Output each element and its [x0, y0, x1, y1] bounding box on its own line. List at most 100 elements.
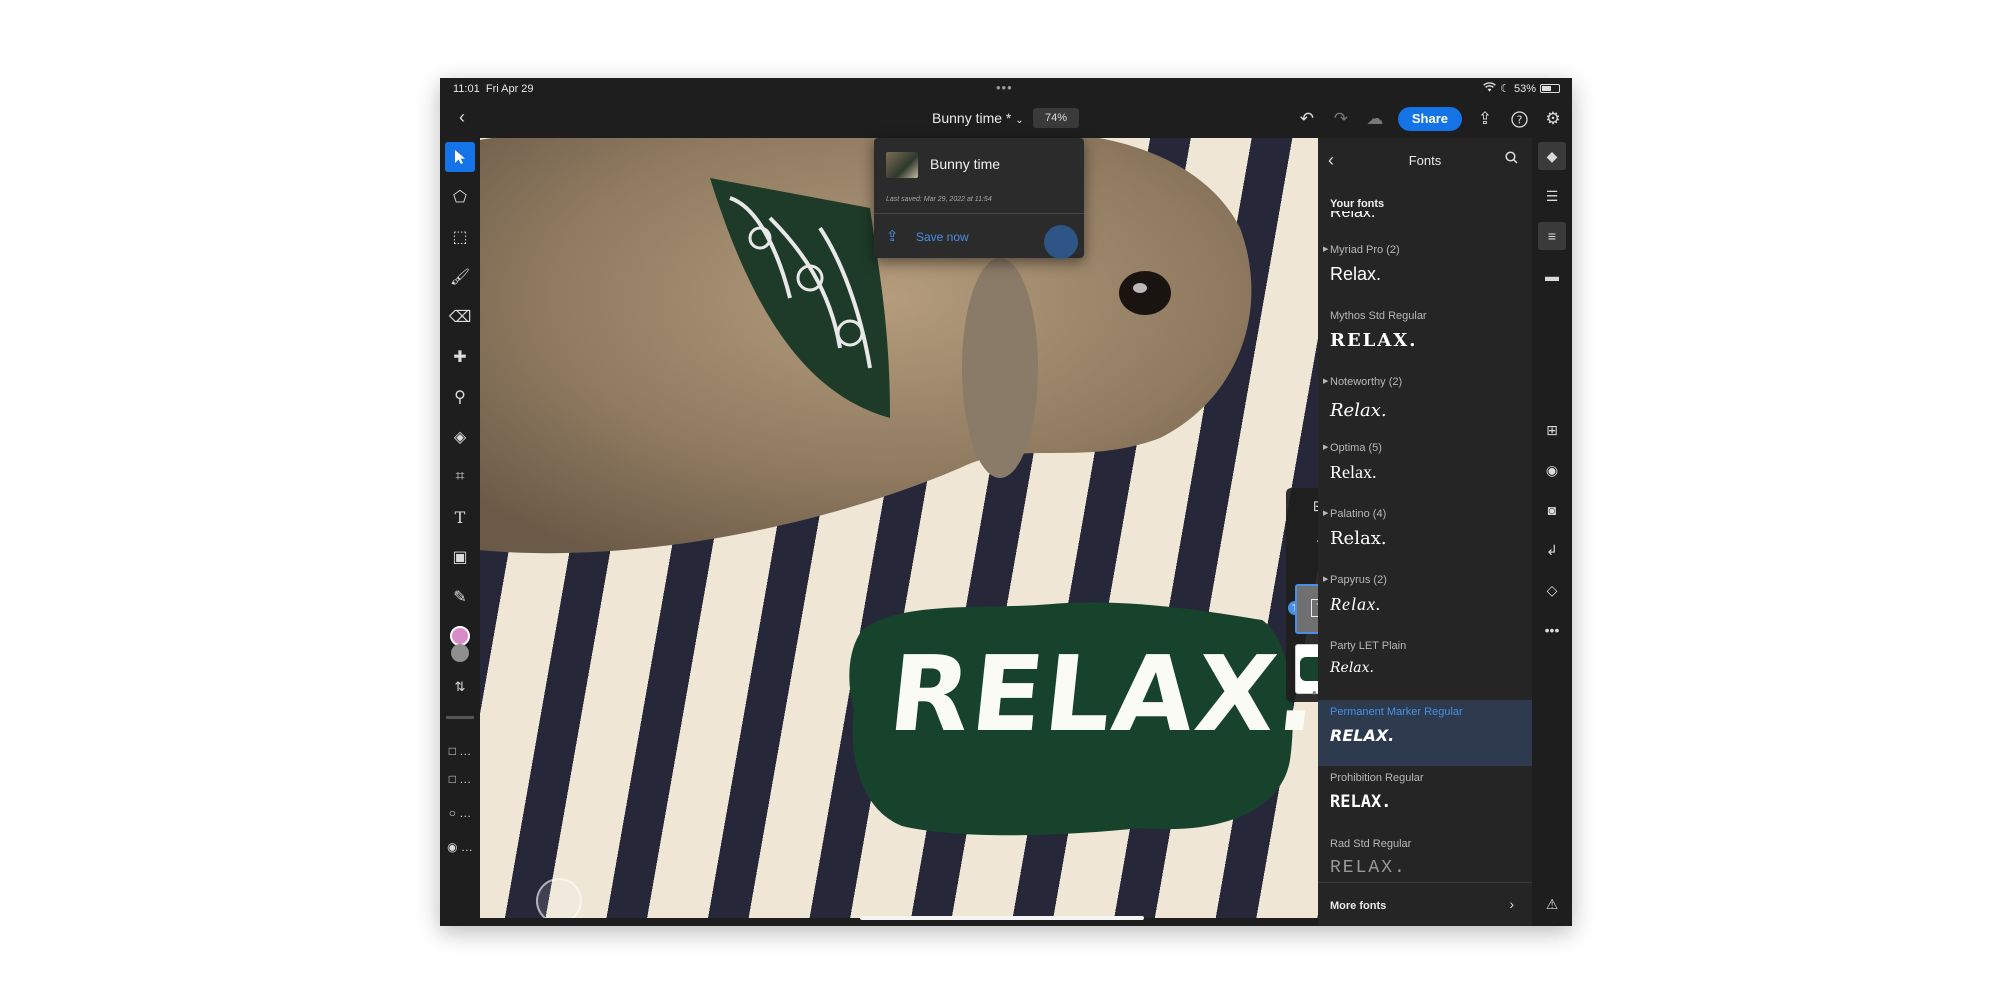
status-time: 11:01 Fri Apr 29 — [453, 83, 534, 95]
more-fonts-row[interactable]: More fonts › — [1318, 882, 1532, 926]
home-indicator[interactable] — [860, 916, 1144, 920]
eraser-clear-icon[interactable]: ◇ — [1538, 576, 1566, 604]
layer-properties-icon[interactable]: ☰ — [1538, 182, 1566, 210]
font-item-optima[interactable]: ▶ Optima (5) Relax. — [1318, 436, 1532, 502]
eraser-tool-icon[interactable]: ⌫ — [445, 302, 475, 332]
moon-icon: ☾ — [1500, 83, 1510, 95]
settings-gear-icon[interactable]: ⚙ — [1542, 108, 1564, 130]
status-bar: 11:01 Fri Apr 29 ••• ☾ 53% — [440, 78, 1572, 100]
undo-icon[interactable]: ↶ — [1296, 108, 1318, 130]
adjustments-sliders-icon[interactable]: ≡ — [1538, 222, 1566, 250]
visibility-eye-icon[interactable]: ◉ — [1538, 456, 1566, 484]
font-name: Palatino (4) — [1330, 508, 1387, 520]
secondary-color-swatch[interactable] — [451, 644, 469, 662]
add-layer-icon[interactable]: ⊞ — [1308, 496, 1318, 518]
font-item-noteworthy[interactable]: ▶ Noteworthy (2) Relax. — [1318, 370, 1532, 436]
multitasking-dots-icon[interactable]: ••• — [996, 80, 1013, 95]
font-item-party-let[interactable]: Party LET Plain Relax. — [1318, 634, 1532, 700]
status-clock: 11:01 — [453, 83, 480, 95]
swap-colors-icon[interactable]: ⇅ — [445, 672, 475, 702]
brush-tool-icon[interactable]: 🖌 — [445, 262, 475, 292]
font-name: Papyrus (2) — [1330, 574, 1387, 586]
font-name: Myriad Pro (2) — [1330, 244, 1400, 256]
primary-color-swatch[interactable] — [450, 626, 470, 646]
zoom-level[interactable]: 74% — [1033, 108, 1079, 128]
radial-option-icon[interactable]: ◉ … — [445, 832, 475, 862]
touch-indicator-dot — [1044, 225, 1078, 259]
fill-tool-icon[interactable]: ◈ — [445, 422, 475, 452]
type-tool-icon[interactable]: T — [445, 502, 475, 532]
text-layer-thumbnail[interactable]: T — [1295, 584, 1318, 634]
share-button[interactable]: Share — [1397, 107, 1462, 131]
shape-ellipse-icon[interactable]: ○ … — [445, 798, 475, 828]
layer-mask-icon[interactable]: ◙ — [1538, 496, 1566, 524]
collapse-layers-icon[interactable]: ‹ — [1308, 530, 1319, 552]
shape-square-icon[interactable]: □ … — [445, 764, 475, 794]
back-button[interactable]: ‹ — [452, 107, 472, 128]
search-icon[interactable] — [1505, 151, 1518, 167]
export-icon[interactable]: ⇪ — [1474, 108, 1496, 130]
font-sample: RELAX. — [1330, 726, 1395, 745]
font-sample: Relax. — [1330, 264, 1382, 284]
cloud-icon[interactable]: ☁ — [1364, 108, 1386, 130]
font-name: Party LET Plain — [1330, 640, 1407, 652]
left-toolbar: ⬠ ⬚ 🖌 ⌫ ✚ ⚲ ◈ ⌗ T ▣ ✎ ⇅ □ … □ … ○ … ◉ … — [440, 138, 480, 926]
image-layer-thumbnail[interactable] — [1295, 644, 1318, 694]
font-item-papyrus[interactable]: ▶ Papyrus (2) Relax. — [1318, 568, 1532, 634]
cloud-upload-icon[interactable]: ⇪ — [886, 227, 899, 245]
fonts-panel-title: Fonts — [1408, 153, 1442, 168]
healing-tool-icon[interactable]: ✚ — [445, 342, 475, 372]
redo-icon[interactable]: ↷ — [1330, 108, 1352, 130]
more-options-icon[interactable]: ••• — [1538, 616, 1566, 644]
add-layer-icon[interactable]: ⊞ — [1538, 416, 1566, 444]
document-title-button[interactable]: Bunny time * ⌄ — [932, 110, 1024, 126]
font-sample: Relax. — [1330, 660, 1374, 676]
font-sample-cut-off: Relax. — [1330, 211, 1376, 221]
expand-caret-icon[interactable]: ▶ — [1323, 377, 1328, 385]
transform-tool-icon[interactable]: ⬠ — [445, 182, 475, 212]
text-layer-icon: T — [1311, 599, 1318, 617]
crop-tool-icon[interactable]: ⌗ — [445, 462, 475, 492]
font-item-palatino[interactable]: ▶ Palatino (4) Relax. — [1318, 502, 1532, 568]
document-popover: Bunny time Last saved: Mar 29, 2022 at 1… — [874, 138, 1084, 259]
warning-icon[interactable]: ⚠ — [1538, 890, 1566, 918]
comments-icon[interactable]: ▬ — [1538, 262, 1566, 290]
expand-caret-icon[interactable]: ▶ — [1323, 443, 1328, 451]
font-item-prohibition[interactable]: Prohibition Regular RELAX. — [1318, 766, 1532, 832]
shape-rectangle-icon[interactable]: □ … — [445, 736, 475, 766]
save-now-button[interactable]: Save now — [916, 230, 969, 244]
wifi-icon — [1483, 82, 1496, 95]
font-sample: RELAX. — [1330, 330, 1418, 351]
clone-stamp-tool-icon[interactable]: ⚲ — [445, 382, 475, 412]
font-sample: RELAX. — [1330, 858, 1407, 878]
chevron-right-icon[interactable]: › — [1509, 896, 1514, 912]
image-layer-preview — [1300, 657, 1318, 681]
layers-strip: ⊞ ‹ T T ● ● — [1286, 488, 1318, 702]
help-icon[interactable]: ? — [1508, 108, 1530, 130]
select-tool-icon[interactable] — [445, 142, 475, 172]
merge-layers-icon[interactable]: ↲ — [1538, 536, 1566, 564]
eyedropper-tool-icon[interactable]: ✎ — [445, 582, 475, 612]
top-bar: ‹ Bunny time * ⌄ 74% ↶ ↷ ☁ Share ⇪ ? ⚙ — [440, 100, 1572, 138]
relax-text-layer[interactable]: RELAX. — [884, 633, 1318, 755]
svg-text:?: ? — [1516, 113, 1522, 126]
document-title: Bunny time * — [932, 110, 1012, 126]
font-name: Prohibition Regular — [1330, 772, 1424, 784]
expand-caret-icon[interactable]: ▶ — [1323, 509, 1328, 517]
layers-icon[interactable]: ◆ — [1538, 142, 1566, 170]
font-item-myriad-pro[interactable]: ▶ Myriad Pro (2) Relax. — [1318, 238, 1532, 304]
popover-title[interactable]: Bunny time — [930, 156, 1000, 172]
font-item-mythos-std[interactable]: Mythos Std Regular RELAX. — [1318, 304, 1532, 370]
font-name: Noteworthy (2) — [1330, 376, 1403, 388]
font-name: Optima (5) — [1330, 442, 1382, 454]
expand-caret-icon[interactable]: ▶ — [1323, 245, 1328, 253]
more-fonts-link[interactable]: More fonts — [1330, 900, 1386, 912]
selection-tool-icon[interactable]: ⬚ — [445, 222, 475, 252]
fonts-panel: ‹ Fonts Your fonts Relax. ▶ Myriad Pro (… — [1318, 138, 1532, 926]
font-sample: Relax. — [1330, 462, 1377, 482]
font-sample: Relax. — [1330, 400, 1387, 421]
place-image-tool-icon[interactable]: ▣ — [445, 542, 475, 572]
font-item-permanent-marker[interactable]: Permanent Marker Regular RELAX. — [1318, 700, 1532, 766]
expand-caret-icon[interactable]: ▶ — [1323, 575, 1328, 583]
bunny-photo — [480, 138, 1252, 554]
